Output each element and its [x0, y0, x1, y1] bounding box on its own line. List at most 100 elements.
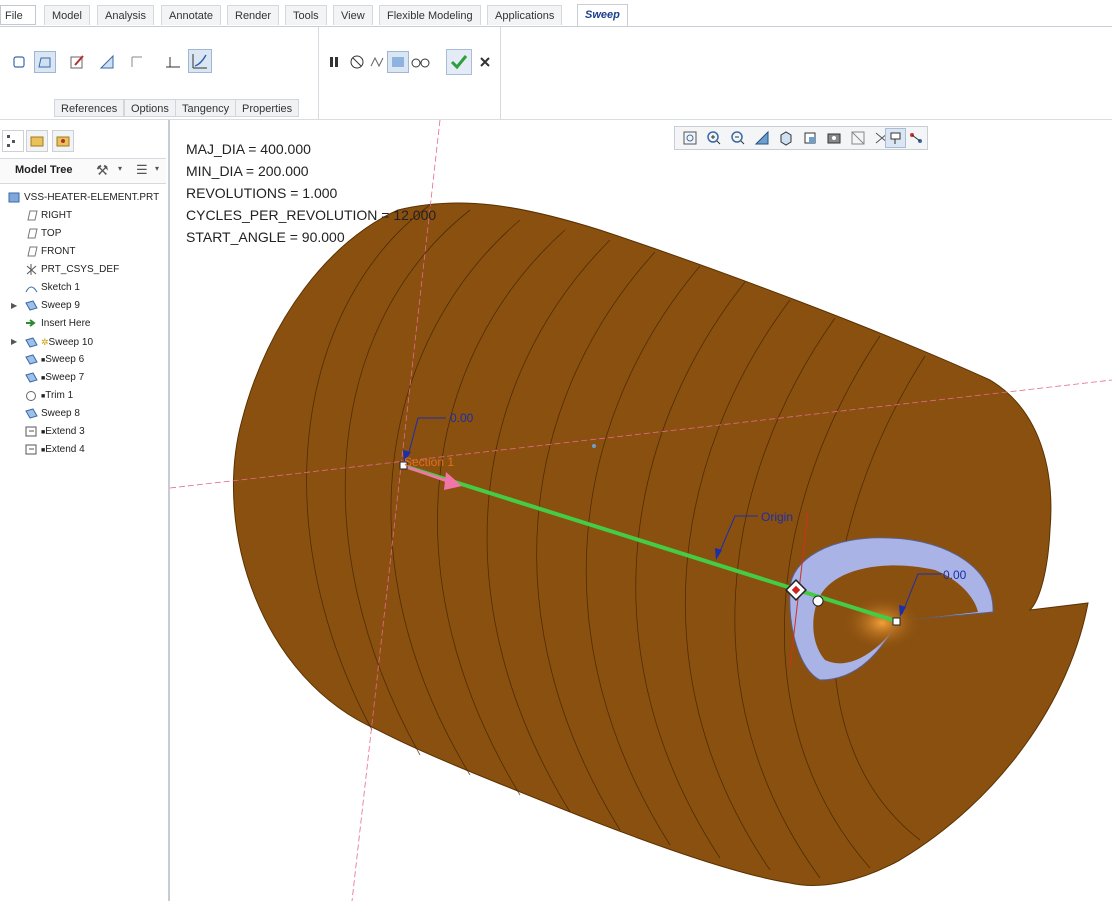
tree-item-sketch1[interactable]: Sketch 1: [25, 279, 80, 297]
tab-flexible-modeling[interactable]: Flexible Modeling: [379, 5, 481, 25]
thicken-button[interactable]: [126, 51, 148, 73]
dimension-label-start[interactable]: 0.00: [450, 411, 474, 425]
tree-item-insert-here[interactable]: Insert Here: [25, 315, 90, 333]
preview-icon: [370, 56, 384, 68]
attached-preview-button[interactable]: [387, 51, 409, 73]
tree-item-sweep6[interactable]: ■Sweep 6: [25, 351, 84, 369]
tab-applications[interactable]: Applications: [487, 5, 563, 25]
pause-icon: [330, 57, 338, 67]
tree-item-label: Extend 4: [45, 444, 85, 455]
spin-center-button[interactable]: [905, 128, 926, 148]
parameter-note: MAJ_DIA = 400.000 MIN_DIA = 200.000 REVO…: [186, 138, 436, 248]
navigator-tabs: [0, 130, 168, 156]
tree-item-label: RIGHT: [41, 210, 73, 221]
tab-model[interactable]: Model: [44, 5, 90, 25]
attached-preview-icon: [392, 57, 404, 67]
repaint-button[interactable]: [751, 128, 772, 148]
section-label[interactable]: Section 1: [404, 455, 454, 469]
glasses-icon: [411, 58, 430, 68]
tree-item-sweep7[interactable]: ■Sweep 7: [25, 369, 84, 387]
tree-item-sweep10[interactable]: ▶ ✲Sweep 10: [11, 333, 93, 351]
surface-button[interactable]: [34, 51, 56, 73]
tree-item-sweep8[interactable]: Sweep 8: [25, 405, 80, 423]
sweep-icon: [25, 300, 38, 311]
tab-tangency[interactable]: Tangency: [175, 99, 237, 117]
solid-button[interactable]: [8, 51, 30, 73]
perspective-button[interactable]: [847, 128, 868, 148]
dimension-label-end[interactable]: 0.00: [943, 568, 967, 582]
tree-item-sweep9[interactable]: ▶ Sweep 9: [11, 297, 80, 315]
saved-orientations-button[interactable]: [799, 128, 820, 148]
sketch-button[interactable]: [66, 51, 88, 73]
datum-plane-icon: [27, 228, 38, 239]
tree-item-extend3[interactable]: ■Extend 3: [25, 423, 85, 441]
end-point-handle[interactable]: [892, 617, 901, 626]
tree-item-label: Insert Here: [41, 318, 91, 329]
verify-button[interactable]: [410, 51, 432, 73]
tree-item-label: Sketch 1: [41, 282, 80, 293]
menu-bar: File ▾ Model Analysis Annotate Render To…: [0, 0, 1112, 42]
variable-section-icon: [192, 54, 207, 69]
close-icon: [480, 57, 490, 67]
datum-plane-icon: [27, 210, 38, 221]
tree-item-label: PRT_CSYS_DEF: [41, 264, 120, 275]
param-start-angle: START_ANGLE = 90.000: [186, 229, 345, 245]
tab-sweep[interactable]: Sweep: [577, 4, 628, 26]
model-tree-title: Model Tree: [15, 164, 73, 176]
view-manager-button[interactable]: [823, 128, 844, 148]
remove-material-icon: [99, 54, 114, 69]
tab-analysis[interactable]: Analysis: [97, 5, 154, 25]
coordinate-system-icon: [26, 263, 37, 275]
tab-tools[interactable]: Tools: [285, 5, 327, 25]
folder-browser-tab[interactable]: [26, 130, 48, 152]
annotation-display-button[interactable]: [885, 128, 906, 148]
zoom-out-icon: [730, 131, 744, 145]
sweep-surface[interactable]: [232, 202, 1089, 886]
tab-view[interactable]: View: [333, 5, 373, 25]
tree-item-extend4[interactable]: ■Extend 4: [25, 441, 85, 459]
favorites-tab[interactable]: [52, 130, 74, 152]
chevron-down-icon[interactable]: ▾: [155, 164, 159, 173]
navigator-panel: Model Tree ⚒ ▾ ☰ ▾ VSS-HEATER-ELEMENT.PR…: [0, 120, 170, 901]
tree-item-part[interactable]: VSS-HEATER-ELEMENT.PRT: [8, 189, 159, 207]
tree-item-right[interactable]: RIGHT: [25, 207, 72, 225]
refit-button[interactable]: [679, 128, 700, 148]
cancel-button[interactable]: [474, 51, 496, 73]
expand-arrow-icon[interactable]: ▶: [11, 333, 17, 351]
ribbon-separator: [500, 27, 501, 119]
preview-button[interactable]: [366, 51, 388, 73]
pause-button[interactable]: [323, 51, 345, 73]
tree-item-trim1[interactable]: ■Trim 1: [25, 387, 73, 405]
chevron-down-icon[interactable]: ▾: [118, 164, 122, 173]
zoom-out-button[interactable]: [727, 128, 748, 148]
remove-material-button[interactable]: [96, 51, 118, 73]
trim-icon: [26, 390, 36, 401]
zoom-in-button[interactable]: [703, 128, 724, 148]
constant-section-button[interactable]: [162, 51, 184, 73]
tree-item-csys[interactable]: PRT_CSYS_DEF: [25, 261, 119, 279]
tab-references[interactable]: References: [54, 99, 125, 117]
expand-arrow-icon[interactable]: ▶: [11, 297, 17, 315]
glow-highlight: [842, 595, 922, 651]
ribbon-separator: [318, 27, 319, 119]
annotation-display-icon: [890, 132, 900, 144]
tab-annotate[interactable]: Annotate: [161, 5, 222, 25]
display-style-button[interactable]: [775, 128, 796, 148]
tab-options[interactable]: Options: [124, 99, 176, 117]
show-menu-icon[interactable]: ☰: [136, 162, 148, 178]
tab-properties[interactable]: Properties: [235, 99, 300, 117]
model-tree-tab[interactable]: [2, 130, 24, 152]
accept-button[interactable]: [446, 49, 472, 75]
tab-render[interactable]: Render: [227, 5, 280, 25]
tree-item-label: Sweep 6: [45, 354, 85, 365]
file-menu[interactable]: File ▾: [0, 5, 36, 42]
tree-item-top[interactable]: TOP: [25, 225, 61, 243]
settings-icon[interactable]: ⚒: [96, 162, 109, 179]
cube-icon: [780, 131, 791, 146]
origin-label[interactable]: Origin: [761, 510, 793, 524]
no-preview-icon: [350, 55, 364, 69]
tree-item-front[interactable]: FRONT: [25, 243, 75, 261]
no-preview-button[interactable]: [346, 51, 368, 73]
variable-section-button[interactable]: [188, 49, 212, 73]
param-revolutions: REVOLUTIONS = 1.000: [186, 185, 338, 201]
